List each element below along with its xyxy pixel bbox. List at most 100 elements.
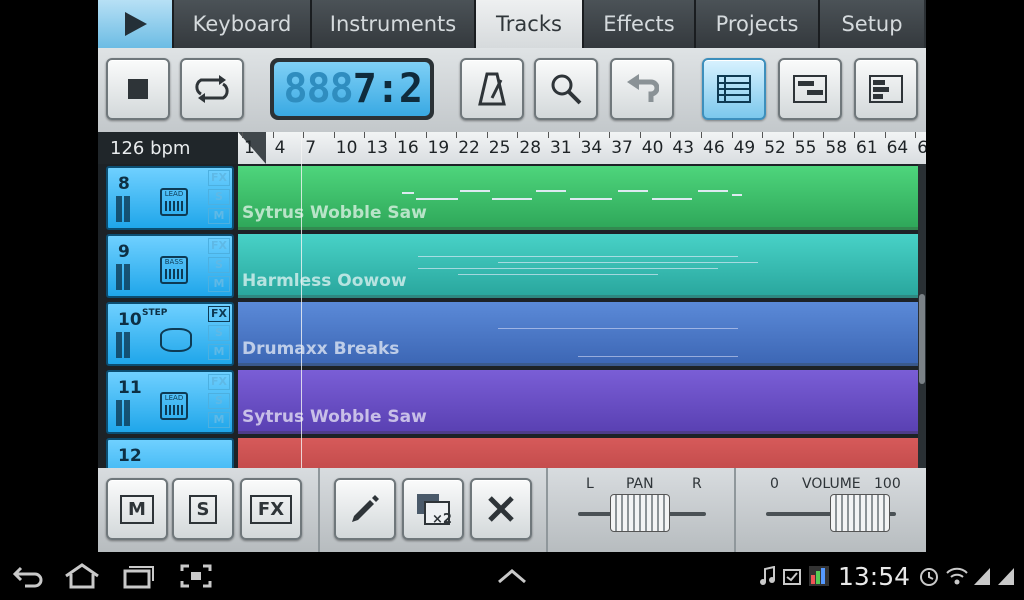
instrument-badge: LEAD xyxy=(164,394,184,402)
piano-roll-view-button[interactable] xyxy=(854,58,918,120)
ruler-tick-line xyxy=(333,132,335,138)
ruler-tick: 55 xyxy=(794,138,817,158)
tab-keyboard[interactable]: Keyboard xyxy=(174,0,312,48)
ruler-tick: 37 xyxy=(611,138,633,158)
volume-max-label: 100 xyxy=(874,476,901,492)
track-header[interactable]: 9 BASS FX S M xyxy=(106,234,234,298)
edit-button[interactable] xyxy=(334,478,396,540)
zoom-button[interactable] xyxy=(534,58,598,120)
track-number: 11 xyxy=(118,378,142,398)
instrument-badge: BASS xyxy=(164,258,184,266)
track-clip[interactable]: Sytrus Wobble Saw xyxy=(238,370,918,434)
ruler-tick: 1 xyxy=(244,138,255,158)
level-meter xyxy=(124,264,130,290)
ruler-tick-line xyxy=(854,132,855,138)
tab-effects[interactable]: Effects xyxy=(584,0,696,48)
metronome-button[interactable] xyxy=(460,58,524,120)
track-solo-button[interactable]: S xyxy=(208,325,230,341)
divider xyxy=(546,468,548,552)
level-meter xyxy=(116,196,122,222)
loop-button[interactable] xyxy=(180,58,244,120)
fl-studio-mobile-app: Keyboard Instruments Tracks Effects Proj… xyxy=(98,0,926,552)
tab-setup[interactable]: Setup xyxy=(820,0,924,48)
mixer-view-button[interactable] xyxy=(778,58,842,120)
ruler-tick: 10 xyxy=(335,138,358,158)
lcd-ghost-digits: 888 xyxy=(283,66,354,112)
track-header[interactable]: 12 xyxy=(106,438,234,468)
track-row: 9 BASS FX S M Harmless Oowow xyxy=(98,232,926,298)
home-button[interactable] xyxy=(64,562,100,590)
recent-apps-button[interactable] xyxy=(120,562,156,590)
level-meter xyxy=(116,332,122,358)
ruler-tick-line xyxy=(762,132,764,138)
tab-projects[interactable]: Projects xyxy=(696,0,820,48)
track-clip[interactable]: Drumaxx Breaks xyxy=(238,302,918,366)
ruler-tick-line xyxy=(486,132,488,138)
play-button[interactable] xyxy=(98,0,174,48)
fx-button[interactable]: FX xyxy=(240,478,302,540)
expand-button[interactable] xyxy=(494,562,530,590)
scrollbar-thumb[interactable] xyxy=(919,294,925,384)
duplicate-button[interactable]: ×2 xyxy=(402,478,464,540)
loop-icon xyxy=(195,75,229,103)
track-header[interactable]: 11 LEAD FX S M xyxy=(106,370,234,434)
clip-notes xyxy=(398,180,748,210)
track-view-button[interactable] xyxy=(702,58,766,120)
track-mute-button[interactable]: M xyxy=(208,344,230,360)
track-fx-button[interactable]: FX xyxy=(208,238,230,254)
stop-button[interactable] xyxy=(106,58,170,120)
ruler-tick: 46 xyxy=(703,138,725,158)
tab-instruments[interactable]: Instruments xyxy=(312,0,476,48)
track-header[interactable]: 10 STEP FX S M xyxy=(106,302,234,366)
track-clip[interactable]: Sytrus Wobble Saw xyxy=(238,166,918,230)
track-mute-button[interactable]: M xyxy=(208,412,230,428)
track-fx-button[interactable]: FX xyxy=(208,374,230,390)
status-clock: 13:54 xyxy=(838,562,911,591)
ruler-tick: 7 xyxy=(305,138,317,158)
ruler-tick-line xyxy=(731,132,733,138)
tab-tracks[interactable]: Tracks xyxy=(476,0,584,48)
undo-button[interactable] xyxy=(610,58,674,120)
mixer-view-icon xyxy=(793,75,827,103)
stop-icon xyxy=(128,79,148,99)
volume-slider-knob[interactable] xyxy=(830,494,890,532)
ruler-tick-line xyxy=(425,132,427,138)
ruler-tick: 28 xyxy=(519,138,542,158)
pan-slider-knob[interactable] xyxy=(610,494,670,532)
ruler-tick: 58 xyxy=(825,138,848,158)
track-solo-button[interactable]: S xyxy=(208,189,230,205)
track-mute-button[interactable]: M xyxy=(208,208,230,224)
track-solo-button[interactable]: S xyxy=(208,393,230,409)
piano-roll-icon xyxy=(869,75,903,103)
track-clip[interactable] xyxy=(238,438,918,468)
pan-right-label: R xyxy=(692,476,702,492)
timeline-ruler[interactable]: 1 4 7 10 13 16 19 22 25 28 31 34 37 40 43 46 49 52 55 58 61 6… xyxy=(238,132,926,164)
ruler-tick: 19 xyxy=(427,138,450,158)
ruler-tick-line xyxy=(303,132,305,138)
track-header[interactable]: 8 LEAD FX S M xyxy=(106,166,234,230)
pan-left-label: L xyxy=(586,476,594,492)
ruler-tick: 16 xyxy=(397,138,419,158)
back-button[interactable] xyxy=(10,562,46,590)
track-scrollbar[interactable] xyxy=(918,164,926,468)
clip-name: Drumaxx Breaks xyxy=(242,339,400,359)
playhead[interactable] xyxy=(301,132,302,468)
mute-button[interactable]: M xyxy=(106,478,168,540)
track-solo-button[interactable]: S xyxy=(208,257,230,273)
tempo-display[interactable]: 126 bpm xyxy=(98,132,238,164)
clip-notes xyxy=(418,254,768,284)
track-fx-button[interactable]: FX xyxy=(208,306,230,322)
track-fx-button[interactable]: FX xyxy=(208,170,230,186)
ruler-tick: 34 xyxy=(580,138,603,158)
track-clip[interactable]: Harmless Oowow xyxy=(238,234,918,298)
pan-label: PAN xyxy=(626,476,654,492)
solo-button[interactable]: S xyxy=(172,478,234,540)
ruler-tick-line xyxy=(792,132,794,138)
track-number: 9 xyxy=(118,242,130,262)
screenshot-button[interactable] xyxy=(178,562,214,590)
ruler-tick-line xyxy=(670,132,672,138)
delete-button[interactable] xyxy=(470,478,532,540)
synth-icon: LEAD xyxy=(160,392,188,420)
track-mute-button[interactable]: M xyxy=(208,276,230,292)
recent-apps-icon xyxy=(123,566,154,589)
